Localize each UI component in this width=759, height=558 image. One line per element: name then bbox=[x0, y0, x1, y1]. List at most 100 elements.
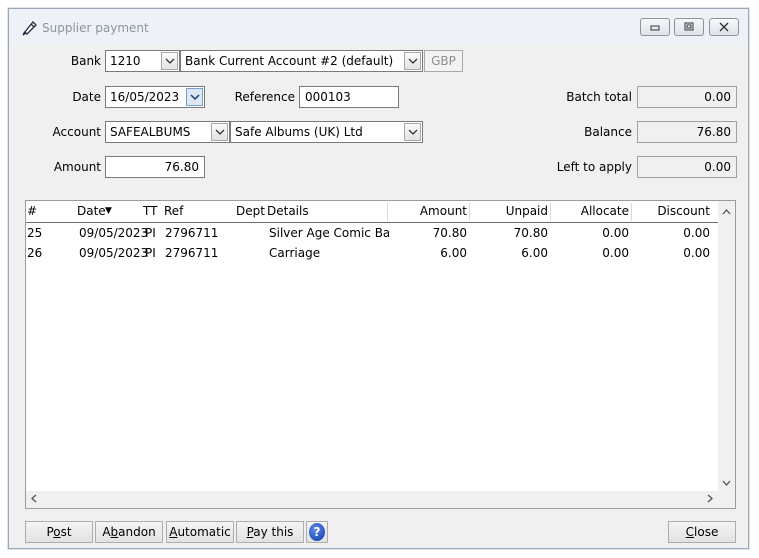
account-code-value: SAFEALBUMS bbox=[110, 125, 191, 139]
cell-discount[interactable]: 0.00 bbox=[632, 223, 710, 243]
chevron-down-icon bbox=[215, 129, 225, 135]
column-header-unpaid[interactable]: Unpaid bbox=[470, 201, 548, 222]
window-title: Supplier payment bbox=[42, 21, 149, 35]
chevron-down-icon bbox=[408, 129, 418, 135]
sort-desc-icon: ▼ bbox=[105, 206, 112, 216]
post-button[interactable]: Post bbox=[25, 521, 93, 543]
column-header-dept[interactable]: Dept bbox=[236, 201, 268, 222]
bank-name-select[interactable]: Bank Current Account #2 (default) bbox=[180, 50, 423, 72]
cell-dept bbox=[236, 243, 266, 263]
abandon-label-rest: andon bbox=[118, 525, 156, 539]
cell-num: 25 bbox=[27, 226, 43, 240]
pay-this-label-rest: ay this bbox=[253, 525, 294, 539]
scroll-left-icon[interactable] bbox=[31, 494, 37, 505]
supplier-payment-window: Supplier payment Bank 1210 Bank Current … bbox=[8, 8, 749, 549]
amount-input[interactable]: 76.80 bbox=[105, 156, 205, 178]
cell-unpaid: 70.80 bbox=[513, 226, 548, 240]
post-mnemonic: o bbox=[53, 525, 61, 539]
column-header-date[interactable]: Date bbox=[77, 201, 107, 222]
cell-amount: 70.80 bbox=[432, 226, 467, 240]
date-dropdown[interactable] bbox=[186, 88, 203, 106]
cell-allocate[interactable]: 0.00 bbox=[551, 243, 629, 263]
pay-this-button[interactable]: Pay this bbox=[236, 521, 304, 543]
bank-name-dropdown[interactable] bbox=[404, 52, 421, 70]
cell-unpaid: 6.00 bbox=[521, 246, 548, 260]
cell-date: 09/05/2023 bbox=[79, 226, 149, 240]
grid-header: # Date ▼ TT Ref Dept Details Amount Unpa… bbox=[26, 201, 719, 223]
batch-total-value: 0.00 bbox=[637, 86, 737, 108]
date-value: 16/05/2023 bbox=[110, 90, 180, 104]
left-to-apply-value: 0.00 bbox=[637, 156, 737, 178]
chevron-down-icon bbox=[165, 58, 175, 64]
account-code-dropdown[interactable] bbox=[211, 123, 228, 141]
maximize-icon bbox=[684, 22, 694, 31]
amount-label: Amount bbox=[53, 160, 101, 174]
column-header-amount[interactable]: Amount bbox=[388, 201, 467, 222]
bank-code-value: 1210 bbox=[110, 54, 141, 68]
column-header-tt[interactable]: TT bbox=[143, 201, 163, 222]
close-mnemonic: C bbox=[685, 525, 695, 539]
column-header-discount[interactable]: Discount bbox=[632, 201, 710, 222]
date-picker[interactable]: 16/05/2023 bbox=[105, 86, 205, 108]
date-label: Date bbox=[72, 90, 101, 104]
table-row[interactable]: 26 09/05/2023 PI 2796711 Carriage 6.00 6… bbox=[26, 243, 719, 263]
bank-code-dropdown[interactable] bbox=[161, 52, 178, 70]
vertical-scrollbar[interactable] bbox=[718, 201, 735, 491]
account-label: Account bbox=[52, 125, 101, 139]
title-bar[interactable]: Supplier payment bbox=[9, 9, 748, 45]
chevron-down-icon bbox=[190, 94, 200, 101]
close-button[interactable]: Close bbox=[668, 521, 736, 543]
column-header-num[interactable]: # bbox=[27, 201, 47, 222]
column-header-allocate[interactable]: Allocate bbox=[551, 201, 629, 222]
cell-dept bbox=[236, 223, 266, 243]
help-icon: ? bbox=[309, 523, 325, 541]
account-code-select[interactable]: SAFEALBUMS bbox=[105, 121, 230, 143]
automatic-button[interactable]: Automatic bbox=[166, 521, 234, 543]
bank-name-value: Bank Current Account #2 (default) bbox=[185, 54, 394, 68]
currency-badge: GBP bbox=[424, 50, 463, 72]
supplier-payment-icon bbox=[22, 21, 37, 36]
cell-discount[interactable]: 0.00 bbox=[632, 243, 710, 263]
table-row[interactable]: 25 09/05/2023 PI 2796711 Silver Age Comi… bbox=[26, 223, 719, 243]
account-name-value: Safe Albums (UK) Ltd bbox=[235, 125, 363, 139]
cell-ref: 2796711 bbox=[165, 246, 219, 260]
close-label-rest: lose bbox=[694, 525, 719, 539]
reference-input[interactable]: 000103 bbox=[299, 86, 399, 108]
scrollbar-corner bbox=[718, 491, 735, 508]
minimize-button[interactable] bbox=[640, 18, 670, 36]
cell-ref: 2796711 bbox=[165, 226, 219, 240]
help-button[interactable]: ? bbox=[306, 521, 328, 543]
cell-details: Carriage bbox=[269, 246, 321, 260]
minimize-icon bbox=[650, 25, 660, 31]
scroll-right-icon[interactable] bbox=[707, 494, 713, 505]
horizontal-scrollbar[interactable] bbox=[26, 491, 719, 508]
bank-label: Bank bbox=[70, 54, 101, 68]
cell-amount: 6.00 bbox=[440, 246, 467, 260]
balance-label: Balance bbox=[584, 125, 632, 139]
column-header-details[interactable]: Details bbox=[267, 201, 337, 222]
close-icon bbox=[719, 22, 729, 32]
chevron-down-icon bbox=[408, 58, 418, 64]
cell-num: 26 bbox=[27, 246, 43, 260]
batch-total-label: Batch total bbox=[566, 90, 632, 104]
cell-allocate[interactable]: 0.00 bbox=[551, 223, 629, 243]
reference-label: Reference bbox=[234, 90, 295, 104]
transactions-grid[interactable]: # Date ▼ TT Ref Dept Details Amount Unpa… bbox=[25, 200, 736, 509]
account-name-dropdown[interactable] bbox=[404, 123, 421, 141]
maximize-button[interactable] bbox=[674, 18, 704, 36]
close-window-button[interactable] bbox=[709, 18, 739, 36]
cell-tt: PI bbox=[145, 226, 156, 240]
abandon-button[interactable]: Abandon bbox=[95, 521, 163, 543]
abandon-label: A bbox=[102, 525, 111, 539]
cell-details: Silver Age Comic Bag bbox=[269, 226, 389, 240]
automatic-label-rest: utomatic bbox=[177, 525, 231, 539]
dialog-body: Bank 1210 Bank Current Account #2 (defau… bbox=[9, 45, 748, 548]
cell-date: 09/05/2023 bbox=[79, 246, 149, 260]
bank-code-select[interactable]: 1210 bbox=[105, 50, 180, 72]
cell-tt: PI bbox=[145, 246, 156, 260]
left-to-apply-label: Left to apply bbox=[556, 160, 632, 174]
account-name-select[interactable]: Safe Albums (UK) Ltd bbox=[230, 121, 423, 143]
scroll-down-icon[interactable] bbox=[722, 477, 731, 488]
column-header-ref[interactable]: Ref bbox=[164, 201, 194, 222]
scroll-up-icon[interactable] bbox=[722, 206, 731, 217]
